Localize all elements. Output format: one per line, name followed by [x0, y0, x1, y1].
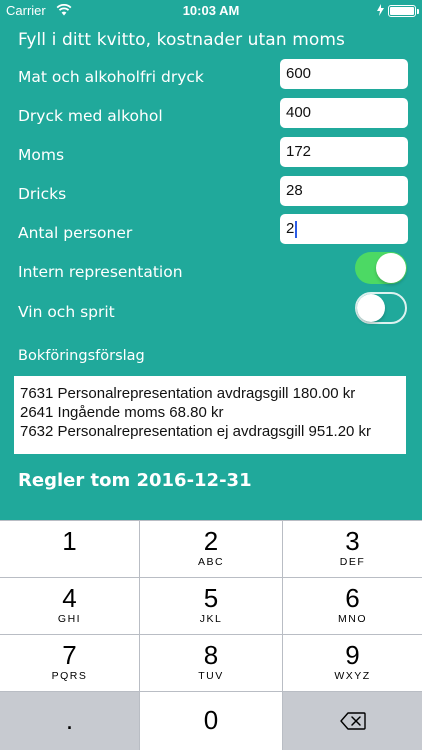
- delete-key[interactable]: [283, 692, 422, 750]
- booking-line: 2641 Ingående moms 68.80 kr: [20, 404, 224, 421]
- key-2[interactable]: 2 ABC: [140, 521, 282, 577]
- booking-textview[interactable]: 7631 Personalrepresentation avdragsgill …: [14, 376, 406, 454]
- label-intern: Intern representation: [18, 263, 183, 281]
- status-time: 10:03 AM: [182, 3, 240, 18]
- dryck-input[interactable]: 400: [280, 98, 408, 128]
- battery-icon: [388, 5, 419, 17]
- booking-line: 7632 Personalrepresentation ej avdragsgi…: [20, 423, 372, 440]
- mat-input[interactable]: 600: [280, 59, 408, 89]
- key-1[interactable]: 1: [0, 521, 139, 577]
- key-5[interactable]: 5 JKL: [140, 578, 282, 634]
- intern-representation-toggle[interactable]: [355, 252, 407, 284]
- vin-och-sprit-toggle[interactable]: [355, 292, 407, 324]
- booking-label: Bokföringsförslag: [18, 348, 145, 364]
- key-9[interactable]: 9 WXYZ: [283, 635, 422, 691]
- antal-input[interactable]: 2: [280, 214, 408, 244]
- rules-link[interactable]: Regler tom 2016-12-31: [18, 470, 252, 491]
- label-dricks: Dricks: [18, 185, 67, 203]
- form-heading: Fyll i ditt kvitto, kostnader utan moms: [18, 30, 345, 50]
- moms-input[interactable]: 172: [280, 137, 408, 167]
- charging-icon: [377, 4, 384, 16]
- numeric-keyboard: 1 2 ABC 3 DEF 4 GHI 5 JKL 6 MNO 7 PQRS 8 TUV 9W…: [0, 520, 422, 750]
- battery-fill: [390, 7, 414, 15]
- key-4[interactable]: 4 GHI: [0, 578, 139, 634]
- backspace-icon: [339, 712, 366, 730]
- key-6[interactable]: 6 MNO: [283, 578, 422, 634]
- label-antal: Antal personer: [18, 224, 133, 242]
- booking-line: 7631 Personalrepresentation avdragsgill …: [20, 385, 356, 402]
- label-vin: Vin och sprit: [18, 303, 115, 321]
- key-8[interactable]: 8 TUV: [140, 635, 282, 691]
- label-mat: Mat och alkoholfri dryck: [18, 68, 204, 86]
- label-moms: Moms: [18, 146, 65, 164]
- dricks-input[interactable]: 28: [280, 176, 408, 206]
- key-decimal[interactable]: .: [0, 692, 139, 750]
- toggle-knob: [357, 294, 385, 322]
- status-bar: Carrier 10:03 AM: [0, 0, 422, 22]
- key-3[interactable]: 3 DEF: [283, 521, 422, 577]
- key-0[interactable]: 0: [140, 692, 282, 750]
- label-dryck: Dryck med alkohol: [18, 107, 163, 125]
- toggle-knob: [376, 253, 406, 283]
- key-7[interactable]: 7 PQRS: [0, 635, 139, 691]
- text-caret: [295, 220, 298, 238]
